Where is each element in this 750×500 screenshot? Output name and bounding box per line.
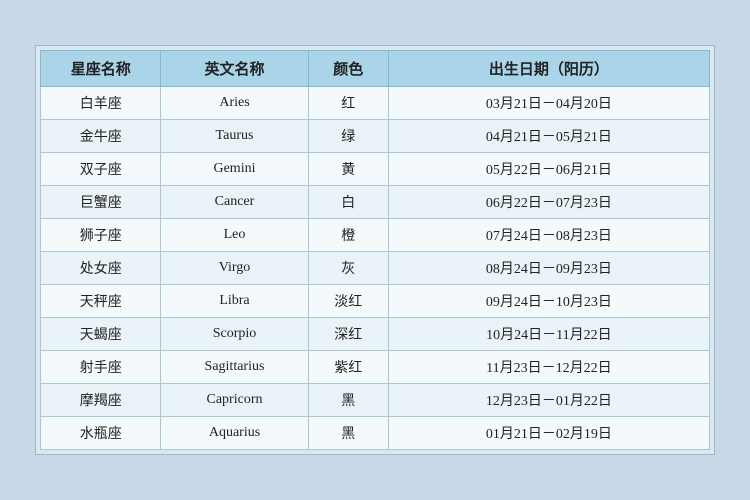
header-date: 出生日期（阳历） — [388, 51, 709, 87]
cell-en-name: Leo — [161, 219, 308, 252]
cell-color: 白 — [308, 186, 388, 219]
cell-color: 紫红 — [308, 351, 388, 384]
table-row: 金牛座Taurus绿04月21日－05月21日 — [41, 120, 710, 153]
cell-date: 03月21日－04月20日 — [388, 87, 709, 120]
cell-en-name: Aquarius — [161, 417, 308, 450]
table-row: 狮子座Leo橙07月24日－08月23日 — [41, 219, 710, 252]
cell-date: 09月24日－10月23日 — [388, 285, 709, 318]
cell-date: 12月23日－01月22日 — [388, 384, 709, 417]
header-en-name: 英文名称 — [161, 51, 308, 87]
cell-color: 灰 — [308, 252, 388, 285]
table-row: 摩羯座Capricorn黑12月23日－01月22日 — [41, 384, 710, 417]
zodiac-table: 星座名称 英文名称 颜色 出生日期（阳历） 白羊座Aries红03月21日－04… — [40, 50, 710, 450]
cell-zh-name: 天蝎座 — [41, 318, 161, 351]
cell-en-name: Virgo — [161, 252, 308, 285]
cell-color: 黑 — [308, 417, 388, 450]
cell-color: 深红 — [308, 318, 388, 351]
cell-en-name: Aries — [161, 87, 308, 120]
header-zh-name: 星座名称 — [41, 51, 161, 87]
cell-date: 11月23日－12月22日 — [388, 351, 709, 384]
zodiac-table-container: 星座名称 英文名称 颜色 出生日期（阳历） 白羊座Aries红03月21日－04… — [35, 45, 715, 455]
table-header-row: 星座名称 英文名称 颜色 出生日期（阳历） — [41, 51, 710, 87]
table-row: 白羊座Aries红03月21日－04月20日 — [41, 87, 710, 120]
cell-en-name: Cancer — [161, 186, 308, 219]
table-row: 天蝎座Scorpio深红10月24日－11月22日 — [41, 318, 710, 351]
cell-zh-name: 处女座 — [41, 252, 161, 285]
table-body: 白羊座Aries红03月21日－04月20日金牛座Taurus绿04月21日－0… — [41, 87, 710, 450]
cell-en-name: Libra — [161, 285, 308, 318]
cell-date: 04月21日－05月21日 — [388, 120, 709, 153]
cell-date: 06月22日－07月23日 — [388, 186, 709, 219]
cell-zh-name: 金牛座 — [41, 120, 161, 153]
cell-zh-name: 水瓶座 — [41, 417, 161, 450]
cell-color: 黄 — [308, 153, 388, 186]
cell-zh-name: 狮子座 — [41, 219, 161, 252]
cell-date: 08月24日－09月23日 — [388, 252, 709, 285]
cell-date: 07月24日－08月23日 — [388, 219, 709, 252]
table-row: 水瓶座Aquarius黑01月21日－02月19日 — [41, 417, 710, 450]
cell-color: 绿 — [308, 120, 388, 153]
cell-zh-name: 巨蟹座 — [41, 186, 161, 219]
cell-en-name: Taurus — [161, 120, 308, 153]
header-color: 颜色 — [308, 51, 388, 87]
cell-zh-name: 白羊座 — [41, 87, 161, 120]
cell-en-name: Sagittarius — [161, 351, 308, 384]
cell-zh-name: 射手座 — [41, 351, 161, 384]
table-row: 双子座Gemini黄05月22日－06月21日 — [41, 153, 710, 186]
cell-zh-name: 摩羯座 — [41, 384, 161, 417]
cell-zh-name: 双子座 — [41, 153, 161, 186]
cell-date: 05月22日－06月21日 — [388, 153, 709, 186]
cell-date: 10月24日－11月22日 — [388, 318, 709, 351]
table-row: 射手座Sagittarius紫红11月23日－12月22日 — [41, 351, 710, 384]
cell-date: 01月21日－02月19日 — [388, 417, 709, 450]
cell-zh-name: 天秤座 — [41, 285, 161, 318]
table-row: 处女座Virgo灰08月24日－09月23日 — [41, 252, 710, 285]
cell-en-name: Capricorn — [161, 384, 308, 417]
cell-color: 红 — [308, 87, 388, 120]
cell-color: 橙 — [308, 219, 388, 252]
cell-color: 黑 — [308, 384, 388, 417]
table-row: 天秤座Libra淡红09月24日－10月23日 — [41, 285, 710, 318]
cell-en-name: Gemini — [161, 153, 308, 186]
cell-en-name: Scorpio — [161, 318, 308, 351]
table-row: 巨蟹座Cancer白06月22日－07月23日 — [41, 186, 710, 219]
cell-color: 淡红 — [308, 285, 388, 318]
